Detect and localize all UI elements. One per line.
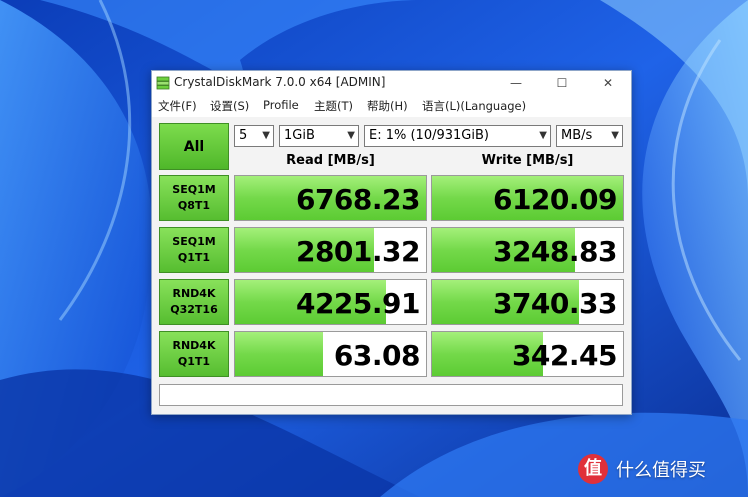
drive-value: E: 1% (10/931GiB) bbox=[369, 128, 489, 143]
chevron-down-icon: ▼ bbox=[539, 130, 547, 141]
watermark-text: 什么值得买 bbox=[616, 460, 706, 481]
test-name: SEQ1M bbox=[172, 183, 216, 196]
read-value: 6768.23 bbox=[295, 183, 421, 216]
test-count-select[interactable]: 5 ▼ bbox=[234, 125, 274, 147]
title-bar[interactable]: CrystalDiskMark 7.0.0 x64 [ADMIN] — ☐ ✕ bbox=[152, 71, 631, 95]
test-size-value: 1GiB bbox=[284, 128, 315, 143]
smzdm-logo: 值 bbox=[578, 454, 608, 484]
drive-select[interactable]: E: 1% (10/931GiB) ▼ bbox=[364, 125, 551, 147]
write-value: 3248.83 bbox=[492, 235, 618, 268]
minimize-button[interactable]: — bbox=[493, 71, 539, 95]
close-button[interactable]: ✕ bbox=[585, 71, 631, 95]
test-params: Q1T1 bbox=[177, 251, 211, 264]
test-params: Q1T1 bbox=[177, 355, 211, 368]
write-value: 6120.09 bbox=[492, 183, 618, 216]
menu-help[interactable]: 帮助(H) bbox=[367, 98, 408, 114]
read-value: 63.08 bbox=[333, 339, 421, 372]
read-result: 6768.23 bbox=[234, 175, 427, 221]
read-result: 4225.91 bbox=[234, 279, 427, 325]
read-bar bbox=[235, 332, 323, 376]
read-result: 2801.32 bbox=[234, 227, 427, 273]
test-size-select[interactable]: 1GiB ▼ bbox=[279, 125, 359, 147]
chevron-down-icon: ▼ bbox=[611, 130, 619, 141]
read-value: 2801.32 bbox=[295, 235, 421, 268]
read-column-header: Read [MB/s] bbox=[286, 153, 375, 168]
test-name: RND4K bbox=[172, 339, 216, 352]
test-params: Q32T16 bbox=[170, 303, 218, 316]
test-params: Q8T1 bbox=[177, 199, 211, 212]
write-result: 6120.09 bbox=[431, 175, 624, 221]
menu-bar: 文件(F) 设置(S) Profile 主题(T) 帮助(H) 语言(L)(La… bbox=[152, 95, 631, 117]
all-button[interactable]: All bbox=[159, 123, 229, 170]
write-result: 3248.83 bbox=[431, 227, 624, 273]
menu-theme[interactable]: 主题(T) bbox=[314, 98, 353, 114]
test-button-seq1m-q8t1[interactable]: SEQ1M Q8T1 bbox=[159, 175, 229, 221]
test-button-rnd4k-q32t16[interactable]: RND4K Q32T16 bbox=[159, 279, 229, 325]
test-count-value: 5 bbox=[239, 128, 248, 143]
write-column-header: Write [MB/s] bbox=[481, 153, 574, 168]
write-result: 3740.33 bbox=[431, 279, 624, 325]
window-title: CrystalDiskMark 7.0.0 x64 [ADMIN] bbox=[174, 75, 386, 89]
test-name: RND4K bbox=[172, 287, 216, 300]
write-value: 342.45 bbox=[511, 339, 618, 372]
unit-value: MB/s bbox=[561, 128, 593, 143]
test-name: SEQ1M bbox=[172, 235, 216, 248]
comment-field[interactable] bbox=[159, 384, 623, 406]
chevron-down-icon: ▼ bbox=[347, 130, 355, 141]
write-result: 342.45 bbox=[431, 331, 624, 377]
crystaldiskmark-app-icon bbox=[156, 76, 170, 90]
maximize-button[interactable]: ☐ bbox=[539, 71, 585, 95]
menu-file[interactable]: 文件(F) bbox=[158, 98, 197, 114]
menu-language[interactable]: 语言(L)(Language) bbox=[422, 98, 526, 114]
read-value: 4225.91 bbox=[295, 287, 421, 320]
read-result: 63.08 bbox=[234, 331, 427, 377]
menu-settings[interactable]: 设置(S) bbox=[210, 98, 249, 114]
test-button-rnd4k-q1t1[interactable]: RND4K Q1T1 bbox=[159, 331, 229, 377]
main-panel: All 5 ▼ 1GiB ▼ E: 1% (10/931GiB) ▼ MB/s … bbox=[152, 117, 631, 414]
watermark: 值 什么值得买 bbox=[578, 453, 706, 485]
menu-profile[interactable]: Profile bbox=[263, 98, 299, 112]
unit-select[interactable]: MB/s ▼ bbox=[556, 125, 623, 147]
write-value: 3740.33 bbox=[492, 287, 618, 320]
chevron-down-icon: ▼ bbox=[262, 130, 270, 141]
crystaldiskmark-window: CrystalDiskMark 7.0.0 x64 [ADMIN] — ☐ ✕ … bbox=[151, 70, 632, 415]
test-button-seq1m-q1t1[interactable]: SEQ1M Q1T1 bbox=[159, 227, 229, 273]
